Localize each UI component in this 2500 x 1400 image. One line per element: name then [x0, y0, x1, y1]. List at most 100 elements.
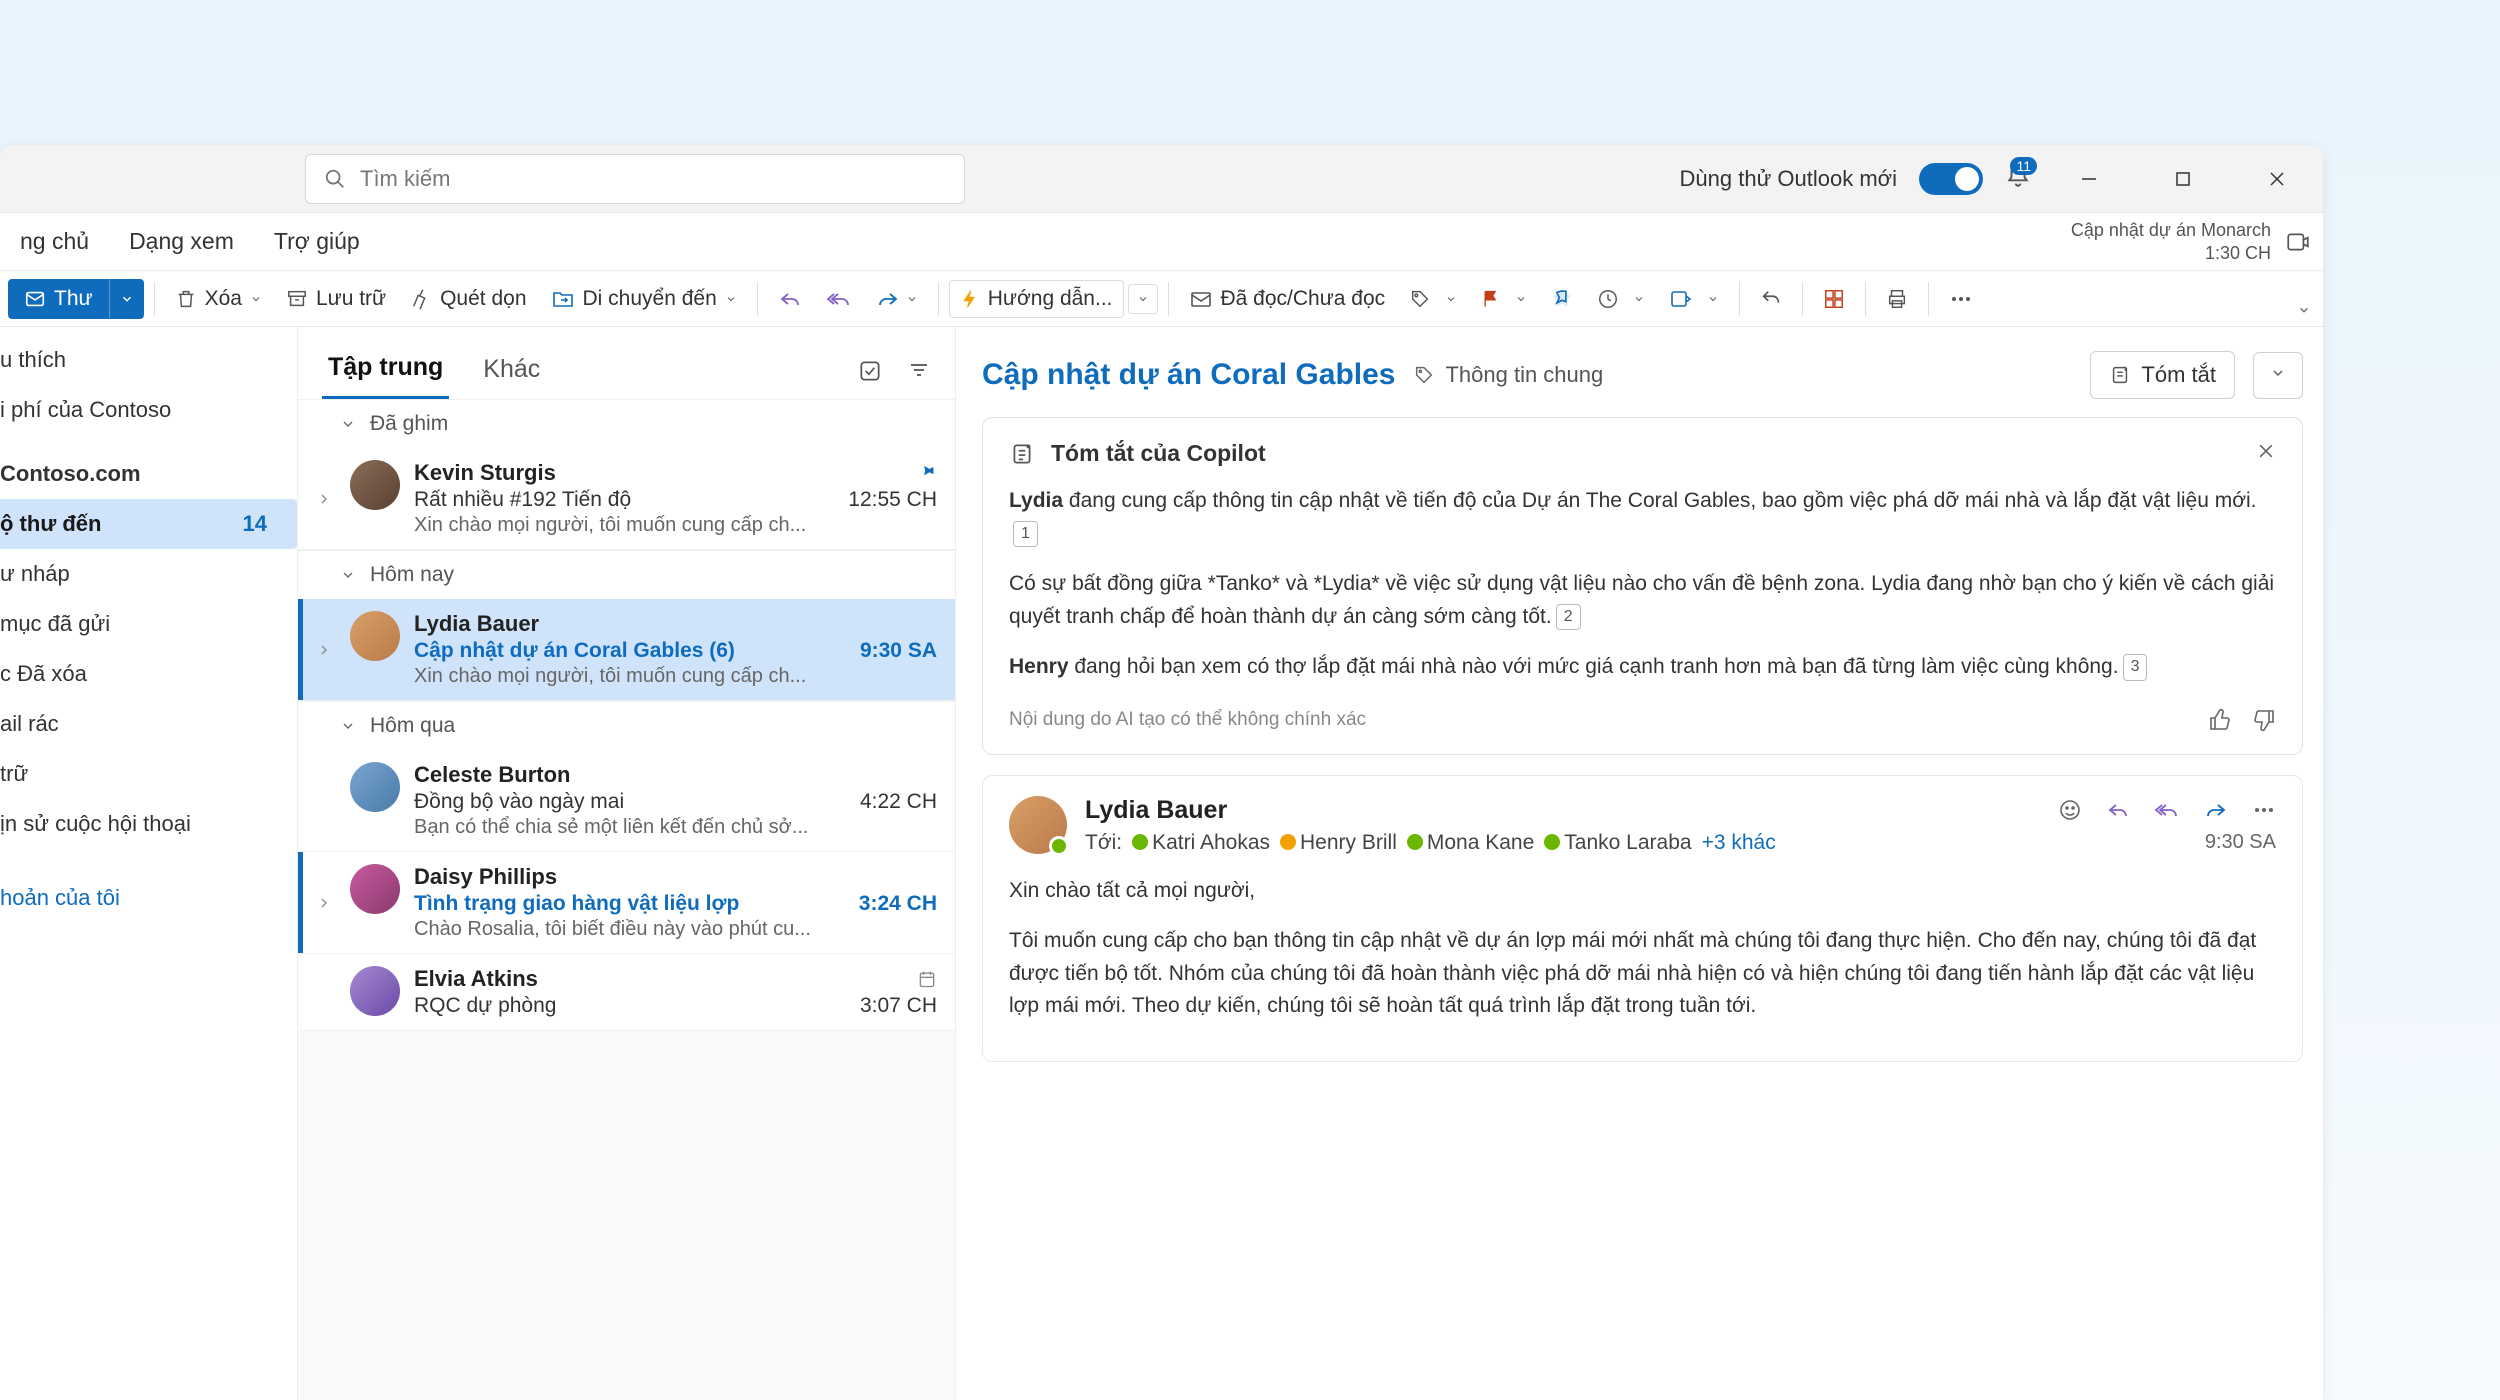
- trash-icon: [175, 288, 197, 310]
- copilot-summary-icon: [1009, 441, 1035, 467]
- titlebar: Tìm kiếm Dùng thử Outlook mới 11: [0, 145, 2323, 213]
- sender-avatar[interactable]: [1009, 796, 1067, 854]
- section-yesterday[interactable]: Hôm qua: [298, 701, 955, 750]
- chevron-down-icon: [725, 293, 737, 305]
- reference-badge[interactable]: 3: [2123, 654, 2148, 681]
- reply-all-button[interactable]: [816, 281, 862, 317]
- next-meeting[interactable]: Cập nhật dự án Monarch 1:30 CH: [2071, 219, 2323, 264]
- subject: Đồng bộ vào ngày mai: [414, 790, 624, 814]
- time: 3:07 CH: [860, 994, 937, 1018]
- react-button[interactable]: [2058, 798, 2082, 822]
- rules-button[interactable]: [1659, 281, 1729, 317]
- folder-archive[interactable]: trữ: [0, 749, 297, 799]
- message-item[interactable]: Daisy Phillips Tình trạng giao hàng vật …: [298, 852, 955, 954]
- grid-icon: [1823, 288, 1845, 310]
- summarize-button[interactable]: Tóm tắt: [2090, 351, 2235, 399]
- preview: Xin chào mọi người, tôi muốn cung cấp ch…: [414, 514, 937, 537]
- tab-view[interactable]: Dạng xem: [109, 213, 254, 270]
- folder-inbox[interactable]: ộ thư đến14: [0, 499, 297, 549]
- minimize-button[interactable]: [2053, 155, 2125, 203]
- forward-button[interactable]: [866, 281, 928, 317]
- folder-drafts[interactable]: ư nháp: [0, 549, 297, 599]
- forward-button[interactable]: [2204, 798, 2228, 822]
- copilot-icon: [2109, 364, 2131, 386]
- select-mode-icon[interactable]: [857, 358, 883, 384]
- ai-disclaimer: Nội dung do AI tạo có thể không chính xá…: [1009, 709, 1366, 731]
- copilot-paragraph: Lydia đang cung cấp thông tin cập nhật v…: [1009, 485, 2276, 550]
- flag-button[interactable]: [1471, 283, 1537, 315]
- account-contoso[interactable]: Contoso.com: [0, 449, 297, 499]
- reply-button[interactable]: [768, 281, 812, 317]
- close-button[interactable]: [2241, 155, 2313, 203]
- more-button[interactable]: [1939, 281, 1983, 317]
- message-item[interactable]: Lydia Bauer Cập nhật dự án Coral Gables …: [298, 599, 955, 701]
- section-pinned[interactable]: Đã ghim: [298, 399, 955, 448]
- thumbs-up-button[interactable]: [2208, 708, 2232, 732]
- folder-sent[interactable]: mục đã gửi: [0, 599, 297, 649]
- pin-icon[interactable]: [917, 460, 937, 486]
- sender-name: Elvia Atkins: [414, 966, 538, 992]
- tag-icon: [1409, 288, 1431, 310]
- reference-badge[interactable]: 1: [1013, 521, 1038, 548]
- section-today[interactable]: Hôm nay: [298, 550, 955, 599]
- undo-button[interactable]: [1750, 282, 1792, 316]
- folder-deleted[interactable]: c Đã xóa: [0, 649, 297, 699]
- my-account-link[interactable]: hoản của tôi: [0, 873, 297, 923]
- reply-all-icon: [826, 287, 852, 311]
- presence-indicator: [1049, 836, 1069, 856]
- folder-junk[interactable]: ail rác: [0, 699, 297, 749]
- filter-icon[interactable]: [907, 358, 931, 382]
- mail-body: Xin chào tất cả mọi người, Tôi muốn cung…: [1009, 875, 2276, 1023]
- folder-contoso-fees[interactable]: i phí của Contoso: [0, 385, 297, 435]
- copilot-heading: Tóm tắt của Copilot: [1051, 440, 1266, 467]
- notifications-button[interactable]: 11: [2005, 163, 2031, 194]
- sweep-button[interactable]: Quét dọn: [400, 281, 536, 317]
- chevron-right-icon[interactable]: [316, 642, 332, 658]
- try-new-outlook-toggle[interactable]: [1919, 163, 1983, 195]
- reply-button[interactable]: [2106, 798, 2130, 822]
- message-item[interactable]: Elvia Atkins RQC dự phòng3:07 CH: [298, 954, 955, 1031]
- tab-focused[interactable]: Tập trung: [322, 343, 449, 399]
- chevron-down-icon: [2270, 365, 2286, 381]
- reading-subtitle[interactable]: Thông tin chung: [1413, 362, 1603, 388]
- reply-icon: [778, 287, 802, 311]
- message-item[interactable]: Kevin Sturgis Rất nhiều #192 Tiến độ12:5…: [298, 448, 955, 550]
- quick-steps-button[interactable]: Hướng dẫn...: [949, 280, 1124, 318]
- reply-all-button[interactable]: [2154, 798, 2180, 822]
- more-actions-button[interactable]: [2252, 798, 2276, 822]
- reference-badge[interactable]: 2: [1556, 604, 1581, 631]
- envelope-icon: [1189, 287, 1213, 311]
- folder-move-icon: [551, 287, 575, 311]
- new-mail-button[interactable]: Thư: [8, 279, 109, 319]
- delete-button[interactable]: Xóa: [165, 281, 272, 317]
- pin-button[interactable]: [1541, 282, 1583, 316]
- search-input[interactable]: Tìm kiếm: [305, 154, 965, 204]
- calendar-icon: [917, 969, 937, 989]
- meeting-join-icon[interactable]: [2285, 229, 2311, 255]
- chevron-right-icon[interactable]: [316, 895, 332, 911]
- archive-button[interactable]: Lưu trữ: [276, 281, 396, 317]
- quick-steps-dropdown[interactable]: [1128, 284, 1158, 314]
- message-item[interactable]: Celeste Burton Đồng bộ vào ngày mai4:22 …: [298, 750, 955, 852]
- more-recipients-link[interactable]: +3 khác: [1702, 831, 1776, 855]
- maximize-button[interactable]: [2147, 155, 2219, 203]
- chevron-right-icon[interactable]: [316, 491, 332, 507]
- folder-favorites[interactable]: u thích: [0, 335, 297, 385]
- read-unread-button[interactable]: Đã đọc/Chưa đọc: [1179, 281, 1396, 317]
- tab-help[interactable]: Trợ giúp: [254, 213, 380, 270]
- copilot-close-button[interactable]: [2256, 440, 2276, 467]
- reading-more-dropdown[interactable]: [2253, 352, 2303, 399]
- new-mail-dropdown[interactable]: [109, 279, 144, 319]
- tab-other[interactable]: Khác: [477, 345, 546, 398]
- ribbon-expand[interactable]: [2297, 303, 2311, 322]
- immersive-reader-button[interactable]: [1813, 282, 1855, 316]
- chevron-down-icon: [1707, 293, 1719, 305]
- meeting-time: 1:30 CH: [2071, 242, 2271, 265]
- move-to-button[interactable]: Di chuyển đến: [541, 281, 747, 317]
- tag-button[interactable]: [1399, 282, 1467, 316]
- folder-conversation-history[interactable]: ịn sử cuộc hội thoại: [0, 799, 297, 849]
- print-button[interactable]: [1876, 282, 1918, 316]
- tab-home[interactable]: ng chủ: [0, 213, 109, 270]
- snooze-button[interactable]: [1587, 282, 1655, 316]
- thumbs-down-button[interactable]: [2252, 708, 2276, 732]
